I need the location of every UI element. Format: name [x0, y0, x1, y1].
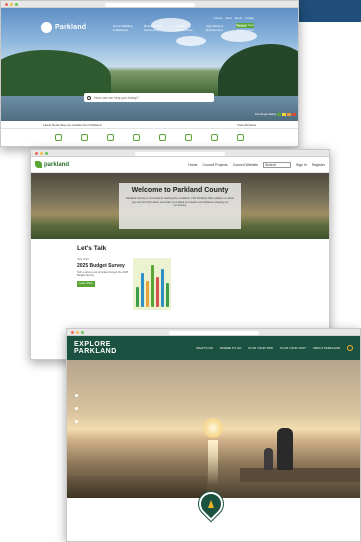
search-icon[interactable]: [347, 345, 353, 351]
site-logo[interactable]: parkland: [35, 161, 69, 168]
search-icon: [87, 95, 91, 100]
project-description: Tell us about your priorities through th…: [77, 271, 129, 278]
tree-icon: [208, 500, 214, 508]
lets-talk-section: Let's Talk April 2025 2025 Budget Survey…: [31, 239, 329, 316]
nav-item[interactable]: PLAN YOUR TRIP: [248, 346, 273, 350]
nav-item[interactable]: ABOUT PARKLAND: [313, 346, 340, 350]
site-header: parkland Home Council Projects Council W…: [31, 157, 329, 173]
nav-item[interactable]: County Government: [237, 24, 259, 32]
address-bar[interactable]: [104, 2, 195, 7]
logo-text: parkland: [44, 161, 70, 168]
hero-photo: [67, 360, 360, 498]
fire-danger-label: Fire Danger Rating: [254, 113, 276, 116]
explore-parkland-logo[interactable]: EXPLORE PARKLAND: [74, 341, 117, 355]
welcome-card: Welcome to Parkland County Parkland Coun…: [119, 183, 241, 229]
nav-item[interactable]: Council Website: [233, 163, 258, 167]
hero-text: Parkland County is committed to hearing …: [125, 197, 235, 208]
project-title[interactable]: 2025 Budget Survey: [77, 263, 129, 269]
main-nav: Home Building & Business Recreation & Co…: [113, 24, 259, 32]
nav-item[interactable]: Roads & Infrastructure: [175, 24, 197, 32]
browser-chrome: [1, 1, 298, 8]
nav-item[interactable]: WHERE TO GO: [220, 346, 242, 350]
site-search-bar[interactable]: How can we help you today?: [84, 93, 214, 102]
news-strip: Latest News Stay Up-to-Date from Parklan…: [1, 121, 298, 129]
social-icon[interactable]: [75, 407, 78, 410]
logo-line-2: PARKLAND: [74, 348, 117, 355]
register-link[interactable]: Register: [312, 163, 325, 167]
social-icon[interactable]: [75, 394, 78, 397]
parkland-logo-icon: [41, 22, 52, 33]
content-area: [67, 487, 360, 541]
budget-survey-image: [133, 258, 171, 310]
browser-chrome: [31, 150, 329, 157]
logo-line-1: EXPLORE: [74, 341, 111, 348]
hero-banner: Welcome to Parkland County Parkland Coun…: [31, 173, 329, 239]
project-date: April 2025: [77, 258, 89, 261]
main-nav: WHAT'S ON WHERE TO GO PLAN YOUR TRIP PLA…: [196, 345, 353, 351]
search-input[interactable]: Search: [263, 161, 292, 168]
main-nav: Home Council Projects Council Website Se…: [188, 161, 325, 168]
util-link[interactable]: Contact: [245, 17, 254, 20]
quick-link-icon[interactable]: [185, 134, 192, 141]
quick-link-icon[interactable]: [107, 134, 114, 141]
dock: [240, 468, 360, 482]
quick-links: [1, 129, 298, 141]
nav-item[interactable]: WHAT'S ON: [196, 346, 213, 350]
fisherman-silhouette: [277, 428, 293, 470]
quick-link-icon[interactable]: [211, 134, 218, 141]
news-strip-text: Latest News Stay Up-to-Date from Parklan…: [43, 122, 102, 127]
nav-item[interactable]: Home: [188, 163, 197, 167]
fire-danger-widget[interactable]: Fire Danger Rating: [255, 113, 296, 116]
util-link[interactable]: Events: [235, 17, 243, 20]
browser-chrome: [67, 329, 360, 336]
util-link[interactable]: Careers: [214, 17, 223, 20]
nav-item[interactable]: Agriculture & Environment: [206, 24, 228, 32]
nav-item[interactable]: Home Building & Business: [113, 24, 135, 32]
nav-item[interactable]: PLAN YOUR VISIT: [280, 346, 306, 350]
quick-link-icon[interactable]: [81, 134, 88, 141]
child-silhouette: [264, 448, 273, 470]
hero-banner: Parkland Careers News Events Contact Rep…: [1, 8, 298, 121]
project-card[interactable]: April 2025 2025 Budget Survey Tell us ab…: [77, 258, 283, 310]
hero-title: Welcome to Parkland County: [131, 187, 229, 194]
leaf-logo-icon: [35, 161, 42, 168]
quick-link-icon[interactable]: [237, 134, 244, 141]
utility-nav: Careers News Events Contact: [214, 17, 254, 20]
util-link[interactable]: News: [225, 17, 231, 20]
site-logo[interactable]: Parkland: [41, 22, 86, 33]
sign-in-link[interactable]: Sign In: [296, 163, 307, 167]
search-input[interactable]: How can we help you today?: [94, 96, 211, 100]
logo-text: Parkland: [55, 24, 87, 31]
section-title: Let's Talk: [77, 245, 107, 252]
quick-link-icon[interactable]: [133, 134, 140, 141]
social-icon[interactable]: [75, 420, 78, 423]
explore-parkland-window: EXPLORE PARKLAND WHAT'S ON WHERE TO GO P…: [66, 328, 361, 542]
quick-link-icon[interactable]: [55, 134, 62, 141]
site-header: EXPLORE PARKLAND WHAT'S ON WHERE TO GO P…: [67, 336, 360, 360]
quick-link-icon[interactable]: [159, 134, 166, 141]
nav-item[interactable]: Recreation & Community: [144, 24, 166, 32]
address-bar[interactable]: [168, 330, 259, 335]
view-all-news-link[interactable]: View All News: [237, 123, 256, 127]
learn-more-button[interactable]: Learn More: [77, 280, 95, 287]
social-links: [75, 394, 78, 423]
parkland-county-homepage-window: Parkland Careers News Events Contact Rep…: [0, 0, 299, 147]
nav-item[interactable]: Council Projects: [203, 163, 228, 167]
address-bar[interactable]: [135, 151, 225, 156]
